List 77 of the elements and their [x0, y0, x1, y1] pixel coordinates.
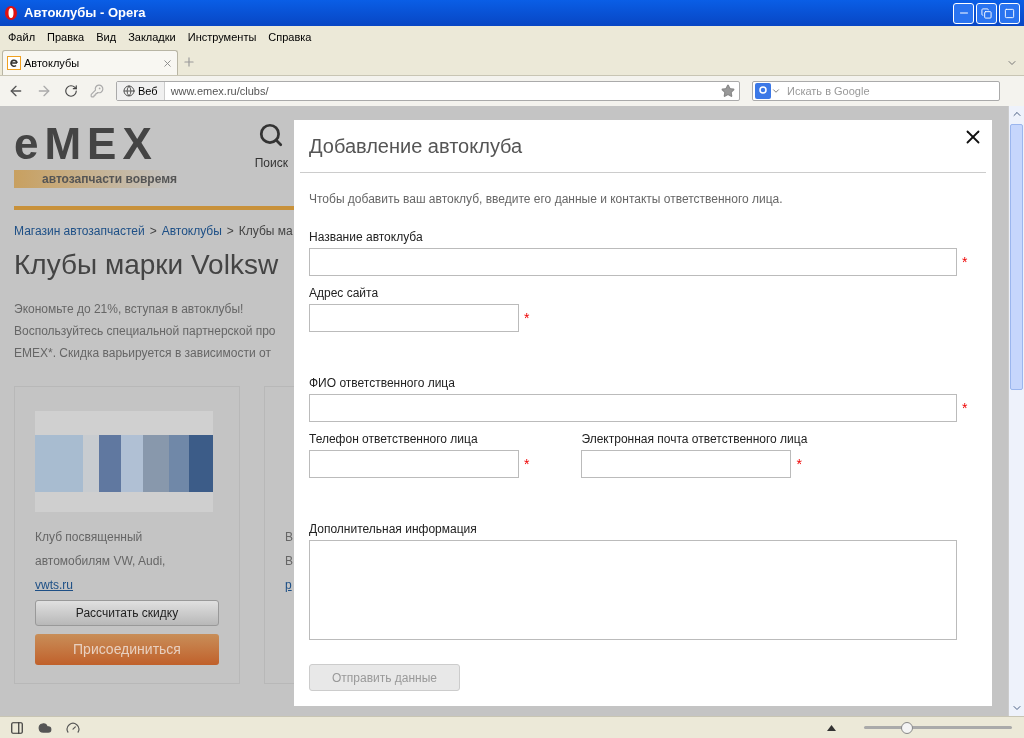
zoom-slider-track[interactable] — [864, 720, 1012, 735]
field-label: ФИО ответственного лица — [309, 375, 455, 392]
back-icon[interactable] — [8, 83, 24, 99]
badge-label: Веб — [138, 83, 158, 99]
field-label: Название автоклуба — [309, 229, 423, 246]
minimize-button[interactable] — [953, 2, 974, 24]
breadcrumb-link[interactable]: Магазин автозапчастей — [14, 222, 145, 240]
security-badge[interactable]: Веб — [117, 82, 165, 100]
field-label: Адрес сайта — [309, 285, 379, 302]
tab-label: Автоклубы — [24, 55, 80, 71]
menu-item[interactable]: Правка — [41, 28, 91, 46]
club-description: автомобилям VW, Audi, — [35, 553, 166, 570]
gauge-icon[interactable] — [66, 720, 80, 735]
reload-icon[interactable] — [64, 84, 78, 98]
dialog-title: Добавление автоклуба — [309, 134, 523, 159]
required-mark: * — [524, 454, 530, 474]
zoom-slider-thumb[interactable] — [900, 721, 913, 734]
field-label: Телефон ответственного лица — [309, 431, 478, 448]
dropdown-icon[interactable] — [771, 86, 781, 96]
search-placeholder: Искать в Google — [787, 83, 870, 99]
search-label[interactable]: Поиск — [254, 154, 288, 172]
breadcrumb-text: > — [149, 223, 157, 240]
text-field[interactable] — [309, 304, 519, 332]
text-area[interactable] — [309, 540, 957, 640]
browser-tab[interactable]: Автоклубы — [2, 50, 178, 75]
url-text: www.emex.ru/clubs/ — [170, 83, 269, 99]
field-label: Электронная почта ответственного лица — [581, 431, 808, 448]
address-bar[interactable]: Веб www.emex.ru/clubs/ — [116, 81, 740, 101]
panel-toggle-icon[interactable] — [10, 720, 24, 735]
site-tagline: автозапчасти вовремя — [14, 170, 178, 188]
menu-item[interactable]: Справка — [262, 28, 318, 46]
club-link[interactable]: vwts.ru — [35, 576, 239, 594]
menu-item[interactable]: Файл — [2, 28, 42, 46]
club-description: В — [285, 553, 293, 570]
breadcrumb-link[interactable]: Автоклубы — [161, 222, 222, 240]
required-mark: * — [524, 308, 530, 328]
bookmark-star-icon[interactable] — [721, 84, 735, 98]
breadcrumb-text: > — [226, 223, 234, 240]
restore-button[interactable] — [976, 2, 997, 24]
menu-item[interactable]: Закладки — [122, 28, 182, 46]
site-logo: eMEX — [14, 122, 159, 166]
search-icon[interactable] — [258, 122, 285, 148]
intro-text: Воспользуйтесь специальной партнерской про — [14, 323, 276, 340]
field-label: Дополнительная информация — [309, 521, 477, 538]
club-description: Клуб посвященный — [35, 529, 143, 546]
required-mark: * — [962, 398, 968, 418]
club-description: В — [285, 529, 293, 546]
intro-text: Экономьте до 21%, вступая в автоклубы! — [14, 301, 244, 318]
text-field[interactable] — [309, 450, 519, 478]
text-field[interactable] — [309, 394, 957, 422]
required-mark: * — [796, 454, 802, 474]
cloud-icon[interactable] — [38, 720, 52, 735]
scroll-thumb[interactable] — [1010, 124, 1023, 390]
triangle-icon[interactable] — [827, 724, 836, 731]
intro-text: EMEX*. Скидка варьируется в зависимости от — [14, 345, 271, 362]
breadcrumb-text: Клубы ма — [238, 223, 293, 240]
scrollbar[interactable] — [1008, 106, 1024, 716]
new-tab-icon[interactable] — [182, 55, 196, 69]
square-icon — [1004, 7, 1015, 19]
browser-logo-icon — [4, 5, 18, 21]
globe-icon — [123, 85, 135, 97]
page-heading: Клубы марки Volksw — [14, 248, 279, 282]
search-engine-icon[interactable] — [755, 83, 771, 99]
text-field[interactable] — [581, 450, 792, 478]
close-tab-icon[interactable] — [162, 57, 173, 69]
menu-item[interactable]: Вид — [90, 28, 123, 46]
close-button[interactable] — [999, 2, 1020, 24]
required-mark: * — [962, 252, 968, 272]
dialog-intro: Чтобы добавить ваш автоклуб, введите его данные и контакты ответственного лица. — [309, 191, 784, 208]
window-title: Автоклубы - Opera — [24, 4, 146, 23]
restore-icon — [981, 7, 992, 19]
text-field[interactable] — [309, 248, 957, 276]
forward-icon[interactable] — [36, 83, 52, 99]
calculate-discount-button[interactable]: Рассчитать скидку — [35, 600, 219, 626]
site-icon — [7, 56, 21, 70]
key-icon[interactable] — [90, 84, 104, 98]
menu-item[interactable]: Инструменты — [181, 28, 263, 46]
